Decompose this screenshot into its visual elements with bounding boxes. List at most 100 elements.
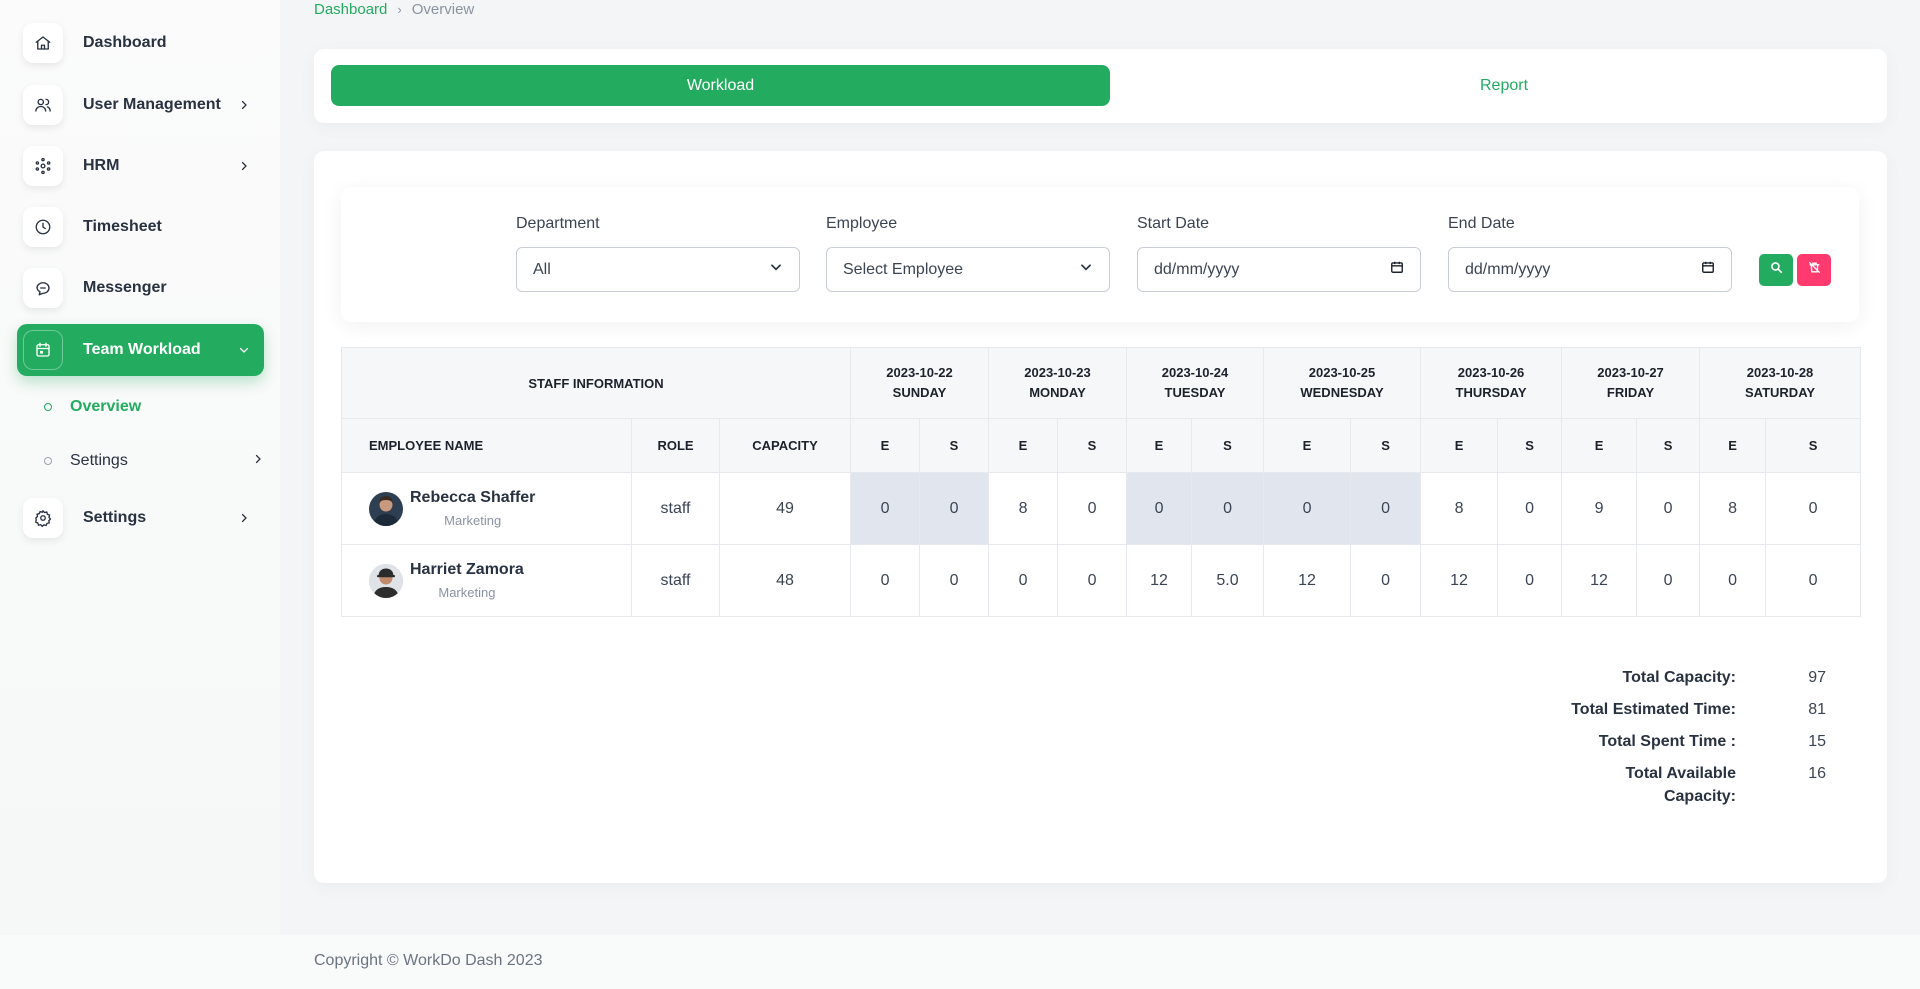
- day-header: 2023-10-24 TUESDAY: [1126, 347, 1265, 419]
- spent-cell: 0: [1765, 472, 1862, 545]
- employee-cell: Rebecca Shaffer Marketing: [341, 472, 632, 545]
- sidebar-item-user-management[interactable]: User Management: [17, 79, 264, 131]
- role-header: ROLE: [631, 418, 720, 473]
- sidebar-item-hrm[interactable]: HRM: [17, 140, 264, 192]
- spent-cell: 0: [1636, 472, 1701, 545]
- total-capacity-row: Total Capacity: 97: [1314, 666, 1834, 689]
- employee-select[interactable]: Select Employee: [826, 247, 1110, 292]
- table-row: Harriet Zamora Marketing staff 48 0 0 0 …: [341, 544, 1862, 617]
- sidebar-item-label: Timesheet: [83, 218, 162, 235]
- avatar: [369, 563, 403, 598]
- estimated-cell: 0: [1699, 544, 1767, 617]
- spent-header: S: [1057, 418, 1128, 473]
- day-date: 2023-10-25: [1308, 365, 1376, 380]
- employee-name: Rebecca Shaffer: [410, 488, 536, 506]
- sidebar-subitem-settings[interactable]: Settings: [44, 446, 264, 476]
- filter-panel: Department All Employee Select Employee …: [341, 187, 1859, 322]
- sidebar-subitem-label: Settings: [70, 452, 128, 469]
- sidebar-item-team-workload[interactable]: Team Workload: [17, 324, 264, 376]
- home-icon: [23, 23, 63, 63]
- bullet-icon: [44, 403, 52, 411]
- total-capacity-label: Total Capacity:: [1622, 669, 1737, 686]
- end-date-filter: End Date dd/mm/yyyy: [1448, 215, 1732, 292]
- estimated-cell: 0: [1126, 472, 1193, 545]
- end-date-placeholder: dd/mm/yyyy: [1465, 260, 1551, 278]
- chevron-down-icon: [1079, 260, 1093, 279]
- department-filter: Department All: [516, 215, 800, 292]
- total-capacity-value: 97: [1808, 669, 1826, 686]
- sidebar-item-messenger[interactable]: Messenger: [17, 262, 264, 314]
- search-button[interactable]: [1759, 254, 1793, 286]
- sidebar-item-dashboard[interactable]: Dashboard: [17, 17, 264, 69]
- breadcrumb: Dashboard › Overview: [314, 0, 474, 18]
- spent-header: S: [1765, 418, 1862, 473]
- users-icon: [23, 85, 63, 125]
- tabs-card: Workload Report: [314, 49, 1887, 123]
- spent-cell: 0: [919, 544, 990, 617]
- sidebar-item-label: User Management: [83, 96, 221, 113]
- spent-cell: 0: [1057, 472, 1128, 545]
- total-spent-value: 15: [1808, 733, 1826, 750]
- sidebar-item-label: Settings: [83, 509, 147, 526]
- capacity-cell: 49: [718, 472, 852, 545]
- sidebar-subitem-overview[interactable]: Overview: [44, 392, 264, 422]
- total-estimated-row: Total Estimated Time: 81: [1314, 698, 1834, 721]
- spent-cell: 0: [1350, 472, 1422, 545]
- estimated-cell: 8: [1699, 472, 1767, 545]
- table-subheader-row: EMPLOYEE NAME ROLE CAPACITY E S E S E S …: [341, 418, 1862, 473]
- table-header-row: STAFF INFORMATION 2023-10-22 SUNDAY 2023-…: [340, 347, 1862, 419]
- spent-header: S: [1636, 418, 1701, 473]
- staff-information-header: STAFF INFORMATION: [340, 347, 852, 419]
- spent-cell: 5.0: [1191, 544, 1265, 617]
- day-header: 2023-10-28 SATURDAY: [1699, 347, 1862, 419]
- day-header: 2023-10-25 WEDNESDAY: [1263, 347, 1422, 419]
- hrm-icon: [23, 146, 63, 186]
- employee-department: Marketing: [438, 584, 496, 600]
- day-header: 2023-10-23 MONDAY: [988, 347, 1128, 419]
- department-select-value: All: [533, 260, 551, 278]
- end-date-input[interactable]: dd/mm/yyyy: [1448, 247, 1732, 292]
- start-date-input[interactable]: dd/mm/yyyy: [1137, 247, 1421, 292]
- employee-name: Harriet Zamora: [410, 560, 524, 578]
- sidebar-item-timesheet[interactable]: Timesheet: [17, 201, 264, 253]
- calendar-picker-icon[interactable]: [1701, 260, 1715, 279]
- spent-cell: 0: [1497, 544, 1563, 617]
- estimated-cell: 9: [1561, 472, 1638, 545]
- day-date: 2023-10-26: [1457, 365, 1525, 380]
- chat-icon: [23, 268, 63, 308]
- spent-cell: 0: [1636, 544, 1701, 617]
- sidebar-item-label: Dashboard: [83, 34, 167, 51]
- spent-cell: 0: [1350, 544, 1422, 617]
- department-label: Department: [516, 215, 600, 232]
- day-name: THURSDAY: [1455, 385, 1527, 400]
- employee-name-header: EMPLOYEE NAME: [341, 418, 632, 473]
- employee-department: Marketing: [444, 512, 502, 528]
- total-available-label: Total Available Capacity:: [1625, 765, 1736, 805]
- estimated-cell: 0: [850, 544, 921, 617]
- workload-card: Department All Employee Select Employee …: [314, 151, 1887, 883]
- footer: Copyright © WorkDo Dash 2023: [0, 935, 1920, 989]
- estimated-header: E: [1561, 418, 1638, 473]
- sidebar-item-settings[interactable]: Settings: [17, 492, 264, 544]
- reset-filter-button[interactable]: [1797, 254, 1831, 286]
- estimated-header: E: [850, 418, 921, 473]
- spent-header: S: [1497, 418, 1563, 473]
- tab-workload[interactable]: Workload: [331, 65, 1110, 106]
- day-name: SATURDAY: [1745, 385, 1816, 400]
- sidebar-item-label: Team Workload: [83, 341, 201, 358]
- chevron-right-icon: [252, 452, 264, 470]
- breadcrumb-current: Overview: [411, 0, 475, 18]
- tab-report[interactable]: Report: [1414, 65, 1594, 106]
- calendar-picker-icon[interactable]: [1390, 260, 1404, 279]
- day-name: MONDAY: [1029, 385, 1086, 400]
- spent-header: S: [1350, 418, 1422, 473]
- breadcrumb-dashboard-link[interactable]: Dashboard: [314, 1, 387, 18]
- total-spent-label: Total Spent Time :: [1598, 733, 1736, 750]
- end-date-label: End Date: [1448, 215, 1515, 232]
- trash-off-icon: [1808, 261, 1821, 279]
- spent-cell: 0: [1765, 544, 1862, 617]
- spent-cell: 0: [1191, 472, 1265, 545]
- department-select[interactable]: All: [516, 247, 800, 292]
- sidebar-subitem-label: Overview: [70, 398, 142, 415]
- spent-cell: 0: [919, 472, 990, 545]
